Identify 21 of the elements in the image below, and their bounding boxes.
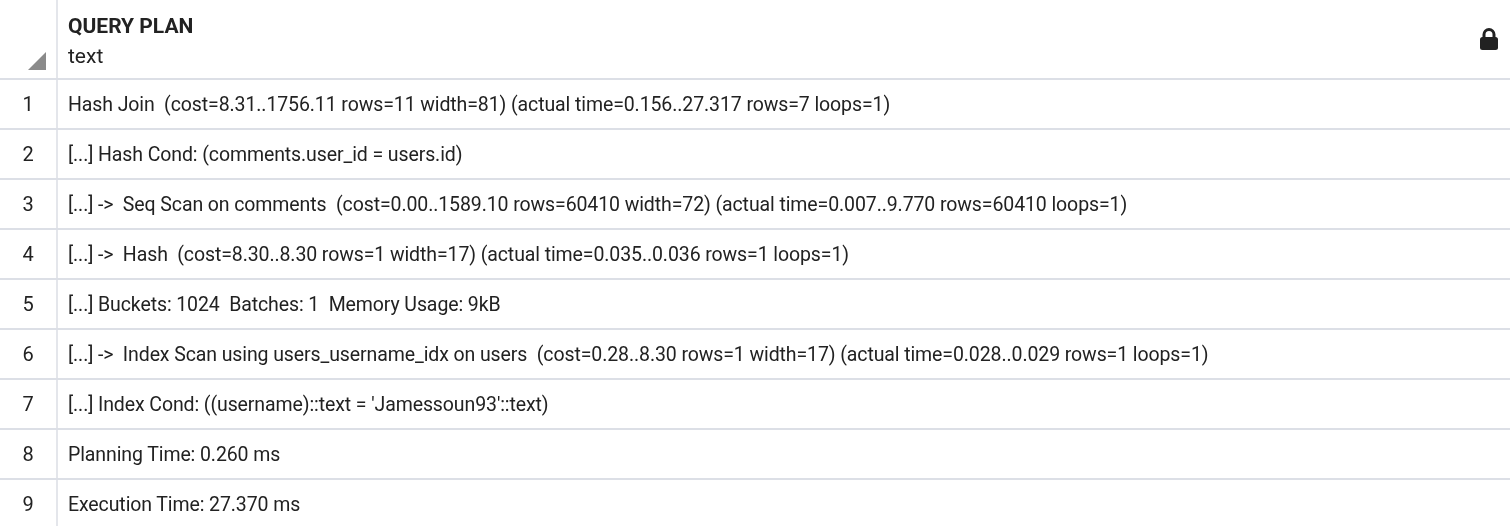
table-cell: Execution Time: 27.370 ms [68,492,301,516]
row-number: 5 [22,292,34,316]
row-number: 7 [22,392,34,416]
table-cell: [...] -> Seq Scan on comments (cost=0.00..1589.10 rows=60410 width=72) (actual time=0.007..9.770 rows=60410 loops=1) [68,192,1128,216]
row-number: 6 [22,342,34,366]
table-cell: [...] Buckets: 1024 Batches: 1 Memory Usage: 9kB [68,292,501,316]
column-header: QUERY PLAN [68,14,194,38]
row-number: 4 [22,242,34,266]
row-number: 8 [22,442,34,466]
table-cell: [...] Hash Cond: (comments.user_id = users.id) [68,142,463,166]
row-number: 2 [22,142,34,166]
table-cell: [...] -> Index Scan using users_username_idx on users (cost=0.28..8.30 rows=1 width=17) (actual time=0.028..0.029 rows=1 loops=1) [68,342,1209,366]
table-cell: [...] -> Hash (cost=8.30..8.30 rows=1 width=17) (actual time=0.035..0.036 rows=1 loops=1) [68,242,849,266]
table-cell: [...] Index Cond: ((username)::text = 'Jamessoun93'::text) [68,392,549,416]
corner-triangle-icon [28,52,46,70]
table-cell: Planning Time: 0.260 ms [68,442,281,466]
table-cell: Hash Join (cost=8.31..1756.11 rows=11 width=81) (actual time=0.156..27.317 rows=7 loops=1) [68,92,891,116]
row-number: 1 [22,92,34,116]
column-type: text [68,44,105,68]
row-number: 3 [22,192,34,216]
row-number: 9 [22,492,34,516]
